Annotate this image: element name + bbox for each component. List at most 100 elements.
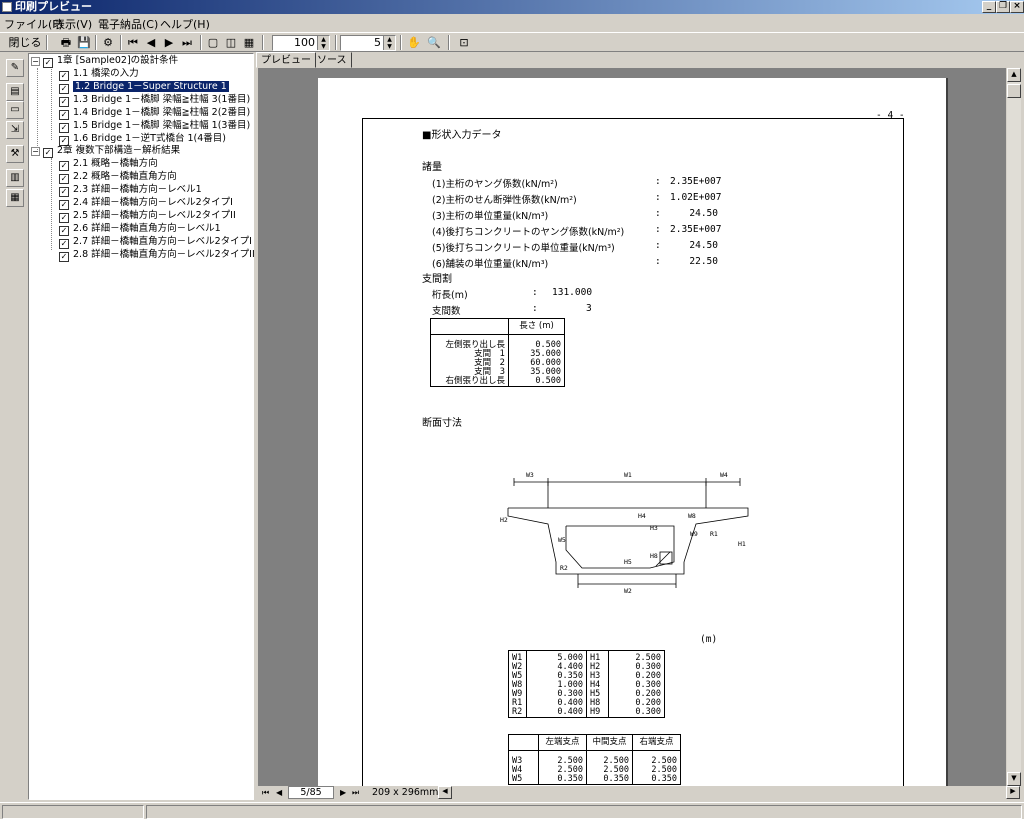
checkbox-icon[interactable]: ✓ [59, 226, 69, 236]
building-icon[interactable]: ▥ [6, 169, 24, 187]
chart-icon[interactable]: ▤ [6, 83, 24, 101]
prev-page-icon[interactable]: ◀ [144, 35, 158, 51]
checkbox-icon[interactable]: ✓ [59, 252, 69, 262]
multi-page-icon[interactable]: ▦ [242, 35, 256, 51]
restore-button[interactable]: ❐ [996, 1, 1010, 13]
side-toolbar: ✎ ▤ ▭ ⇲ ⚒ ▥ ▦ [0, 53, 28, 800]
zoom-spin-icon[interactable]: ▲ ▼ [317, 36, 329, 50]
nav-next-icon[interactable]: ▶ [340, 788, 346, 797]
menu-electronic-delivery[interactable]: 電子納品(C) [98, 16, 158, 32]
checkbox-icon[interactable]: ✓ [59, 213, 69, 223]
checkbox-icon[interactable]: ✓ [59, 187, 69, 197]
collapse-icon[interactable]: − [31, 57, 40, 66]
document-page: - 4 - ■形状入力データ 諸量 (1)主桁のヤング係数(kN/m²) : 2… [318, 78, 948, 786]
pages-input[interactable]: 5 ▲ ▼ [340, 35, 396, 51]
next-page-icon[interactable]: ▶ [162, 35, 176, 51]
tree-item[interactable]: ✓ 2.5 詳細－橋軸方向－レベル2タイプII [59, 210, 236, 223]
export-icon[interactable]: ⇲ [6, 121, 24, 139]
tools-icon[interactable]: ⚒ [6, 145, 24, 163]
single-page-icon[interactable]: ▢ [206, 35, 220, 51]
checkbox-icon[interactable]: ✓ [59, 84, 69, 94]
toc-tree: − ✓ 1章 [Sample02]の設計条件 ✓ 1.1 橋梁の入力 ✓ 1.2 Bri… [28, 53, 255, 800]
tab-source[interactable]: ソース [312, 52, 352, 68]
table-icon[interactable]: ▦ [6, 189, 24, 207]
diagram-label: H1 [738, 540, 746, 548]
tree-chapter-1[interactable]: − ✓ 1章 [Sample02]の設計条件 [31, 55, 178, 68]
edit-icon[interactable]: ✎ [6, 59, 24, 77]
checkbox-icon[interactable]: ✓ [43, 58, 53, 68]
tree-item[interactable]: ✓ 2.3 詳細－橋軸方向－レベル1 [59, 184, 202, 197]
checkbox-icon[interactable]: ✓ [59, 161, 69, 171]
menu-bar: ファイル(F) 表示(V) 電子納品(C) ヘルプ(H) [0, 14, 1024, 32]
diagram-label: R1 [710, 530, 718, 538]
two-page-icon[interactable]: ◫ [224, 35, 238, 51]
checkbox-icon[interactable]: ✓ [59, 239, 69, 249]
pages-value: 5 [374, 36, 381, 49]
diagram-label: H5 [624, 558, 632, 566]
tree-item[interactable]: ✓ 2.8 詳細－橋軸直角方向－レベル2タイプII [59, 249, 255, 262]
scroll-down-icon[interactable]: ▼ [1007, 772, 1021, 786]
dimensions-table: W1 W2 W5 W8 W9 R1 R2 5.000 4.400 0.350 1.000 0.300… [508, 650, 665, 718]
scroll-up-icon[interactable]: ▲ [1007, 68, 1021, 82]
scroll-thumb[interactable] [1007, 84, 1021, 98]
last-page-icon[interactable]: ⏭ [180, 35, 194, 51]
paper-size: 209 x 296mm [372, 787, 439, 798]
tree-item[interactable]: ✓ 1.6 Bridge 1－逆T式橋台 1(4番目) [59, 133, 226, 146]
status-pane [2, 805, 144, 819]
hscroll-right-icon[interactable]: ▶ [1006, 786, 1020, 799]
print-icon[interactable]: 🖶 [58, 35, 74, 51]
save-icon[interactable]: 💾 [76, 35, 92, 51]
nav-last-icon[interactable]: ⏭ [352, 788, 359, 798]
checkbox-icon[interactable]: ✓ [59, 123, 69, 133]
app-icon [2, 2, 12, 12]
tree-item[interactable]: ✓ 1.4 Bridge 1－橋脚 梁幅≧柱幅 2(2番目) [59, 107, 250, 120]
checkbox-icon[interactable]: ✓ [59, 200, 69, 210]
tree-item[interactable]: ✓ 2.4 詳細－橋軸方向－レベル2タイプI [59, 197, 233, 210]
window-title: 印刷プレビュー [15, 0, 92, 13]
zoom-tool-icon[interactable]: 🔍 [426, 35, 442, 51]
tree-item[interactable]: ✓ 2.2 概略－橋軸直角方向 [59, 171, 177, 184]
checkbox-icon[interactable]: ✓ [59, 110, 69, 120]
checkbox-icon[interactable]: ✓ [59, 174, 69, 184]
tree-item[interactable]: ✓ 1.5 Bridge 1－橋脚 梁幅≧柱幅 1(3番目) [59, 120, 250, 133]
nav-prev-icon[interactable]: ◀ [276, 788, 282, 797]
span-count-label: 支間数 [432, 306, 461, 317]
checkbox-icon[interactable]: ✓ [59, 71, 69, 81]
close-window-button[interactable]: × [1010, 1, 1024, 13]
vertical-scrollbar[interactable]: ▲ ▼ [1007, 68, 1021, 786]
zoom-input[interactable]: 100 ▲ ▼ [272, 35, 330, 51]
tree-item-selected[interactable]: ✓ 1.2 Bridge 1－Super Structure 1 [59, 81, 229, 94]
minimize-button[interactable]: _ [982, 1, 996, 13]
nav-first-icon[interactable]: ⏮ [262, 788, 269, 798]
span-heading: 支間割 [422, 274, 452, 285]
page-setup-icon[interactable]: ⚙ [100, 35, 116, 51]
diagram-label: H3 [650, 524, 658, 532]
tree-chapter-2[interactable]: − ✓ 2章 複数下部構造－解析結果 [31, 145, 180, 158]
hand-tool-icon[interactable]: ✋ [406, 35, 422, 51]
window-icon[interactable]: ▭ [6, 101, 24, 119]
first-page-icon[interactable]: ⏮ [126, 35, 140, 51]
menu-view[interactable]: 表示(V) [54, 16, 92, 32]
diagram-label: W5 [558, 536, 566, 544]
checkbox-icon[interactable]: ✓ [43, 148, 53, 158]
tree-item[interactable]: ✓ 1.1 橋梁の入力 [59, 68, 139, 81]
diagram-label: W4 [720, 471, 728, 479]
preview-area[interactable]: - 4 - ■形状入力データ 諸量 (1)主桁のヤング係数(kN/m²) : 2… [258, 68, 1006, 786]
section-dims-heading: 断面寸法 [422, 418, 462, 429]
tab-preview[interactable]: プレビュー [256, 52, 316, 68]
toolbar: 閉じる 🖶 💾 ⚙ ⏮ ◀ ▶ ⏭ ▢ ◫ ▦ 100 ▲ ▼ 5 ▲ ▼ ✋ 🔍 … [0, 32, 1024, 52]
checkbox-icon[interactable]: ✓ [59, 97, 69, 107]
tree-item[interactable]: ✓ 1.3 Bridge 1－橋脚 梁幅≧柱幅 3(1番目) [59, 94, 250, 107]
unit-label: (m) [700, 634, 718, 645]
page-indicator[interactable]: 5/85 [288, 786, 334, 799]
close-preview-button[interactable]: 閉じる [8, 35, 42, 51]
tree-item[interactable]: ✓ 2.6 詳細－橋軸直角方向－レベル1 [59, 223, 221, 236]
menu-help[interactable]: ヘルプ(H) [160, 16, 210, 32]
collapse-icon[interactable]: − [31, 147, 40, 156]
hscroll-left-icon[interactable]: ◀ [438, 786, 452, 799]
girder-length-label: 桁長(m) [432, 290, 468, 301]
fit-page-icon[interactable]: ⊡ [456, 35, 472, 51]
tree-item[interactable]: ✓ 2.7 詳細－橋軸直角方向－レベル2タイプI [59, 236, 252, 249]
tree-item[interactable]: ✓ 2.1 概略－橋軸方向 [59, 158, 158, 171]
pages-spin-icon[interactable]: ▲ ▼ [383, 36, 395, 50]
